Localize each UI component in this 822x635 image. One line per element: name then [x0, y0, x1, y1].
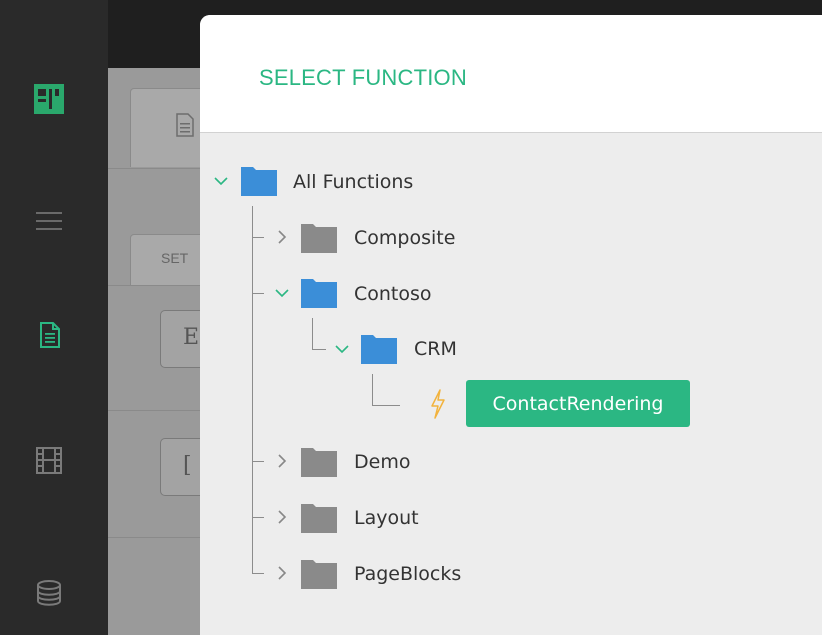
chevron-right-icon[interactable]: [276, 510, 288, 524]
folder-open-icon: [241, 167, 277, 196]
dialog-header: SELECT FUNCTION: [200, 15, 822, 133]
tree-node-label: CRM: [414, 338, 457, 360]
app-sidebar: [0, 0, 108, 635]
tree-node-label: All Functions: [293, 171, 414, 193]
chevron-right-icon[interactable]: [276, 566, 288, 580]
folder-icon: [301, 448, 337, 477]
background-tab-label: SET: [161, 250, 189, 266]
tree-connector: [252, 237, 264, 238]
folder-icon: [301, 224, 337, 253]
tree-connector: [372, 405, 400, 406]
database-icon[interactable]: [34, 578, 64, 608]
tree-connector: [372, 374, 373, 405]
tree-connector: [312, 349, 326, 350]
dialog-title: SELECT FUNCTION: [259, 65, 467, 90]
tree-connector: [252, 573, 264, 574]
folder-open-icon: [301, 279, 337, 308]
select-function-dialog: SELECT FUNCTION: [200, 15, 822, 635]
document-icon: [176, 113, 194, 137]
selected-function[interactable]: ContactRendering: [466, 380, 690, 427]
tree-node-label: Demo: [354, 451, 411, 473]
lightning-icon: [431, 389, 445, 419]
chevron-down-icon[interactable]: [275, 287, 289, 299]
logo-icon[interactable]: [34, 84, 64, 114]
chevron-right-icon[interactable]: [276, 454, 288, 468]
tree-node-label: PageBlocks: [354, 563, 462, 585]
document-icon[interactable]: [34, 320, 64, 350]
tree-connector: [252, 293, 264, 294]
tree-connector: [252, 517, 264, 518]
tree-node-label: Composite: [354, 227, 456, 249]
tree-connector: [312, 318, 313, 349]
tree-node-label: Contoso: [354, 283, 432, 305]
chevron-down-icon[interactable]: [214, 175, 228, 187]
tree-connector: [252, 461, 264, 462]
film-icon[interactable]: [34, 445, 64, 475]
folder-icon: [301, 504, 337, 533]
menu-icon[interactable]: [34, 206, 64, 236]
tree-node-label: Layout: [354, 507, 419, 529]
folder-open-icon: [361, 335, 397, 364]
chevron-down-icon[interactable]: [335, 343, 349, 355]
chevron-right-icon[interactable]: [276, 230, 288, 244]
folder-icon: [301, 560, 337, 589]
